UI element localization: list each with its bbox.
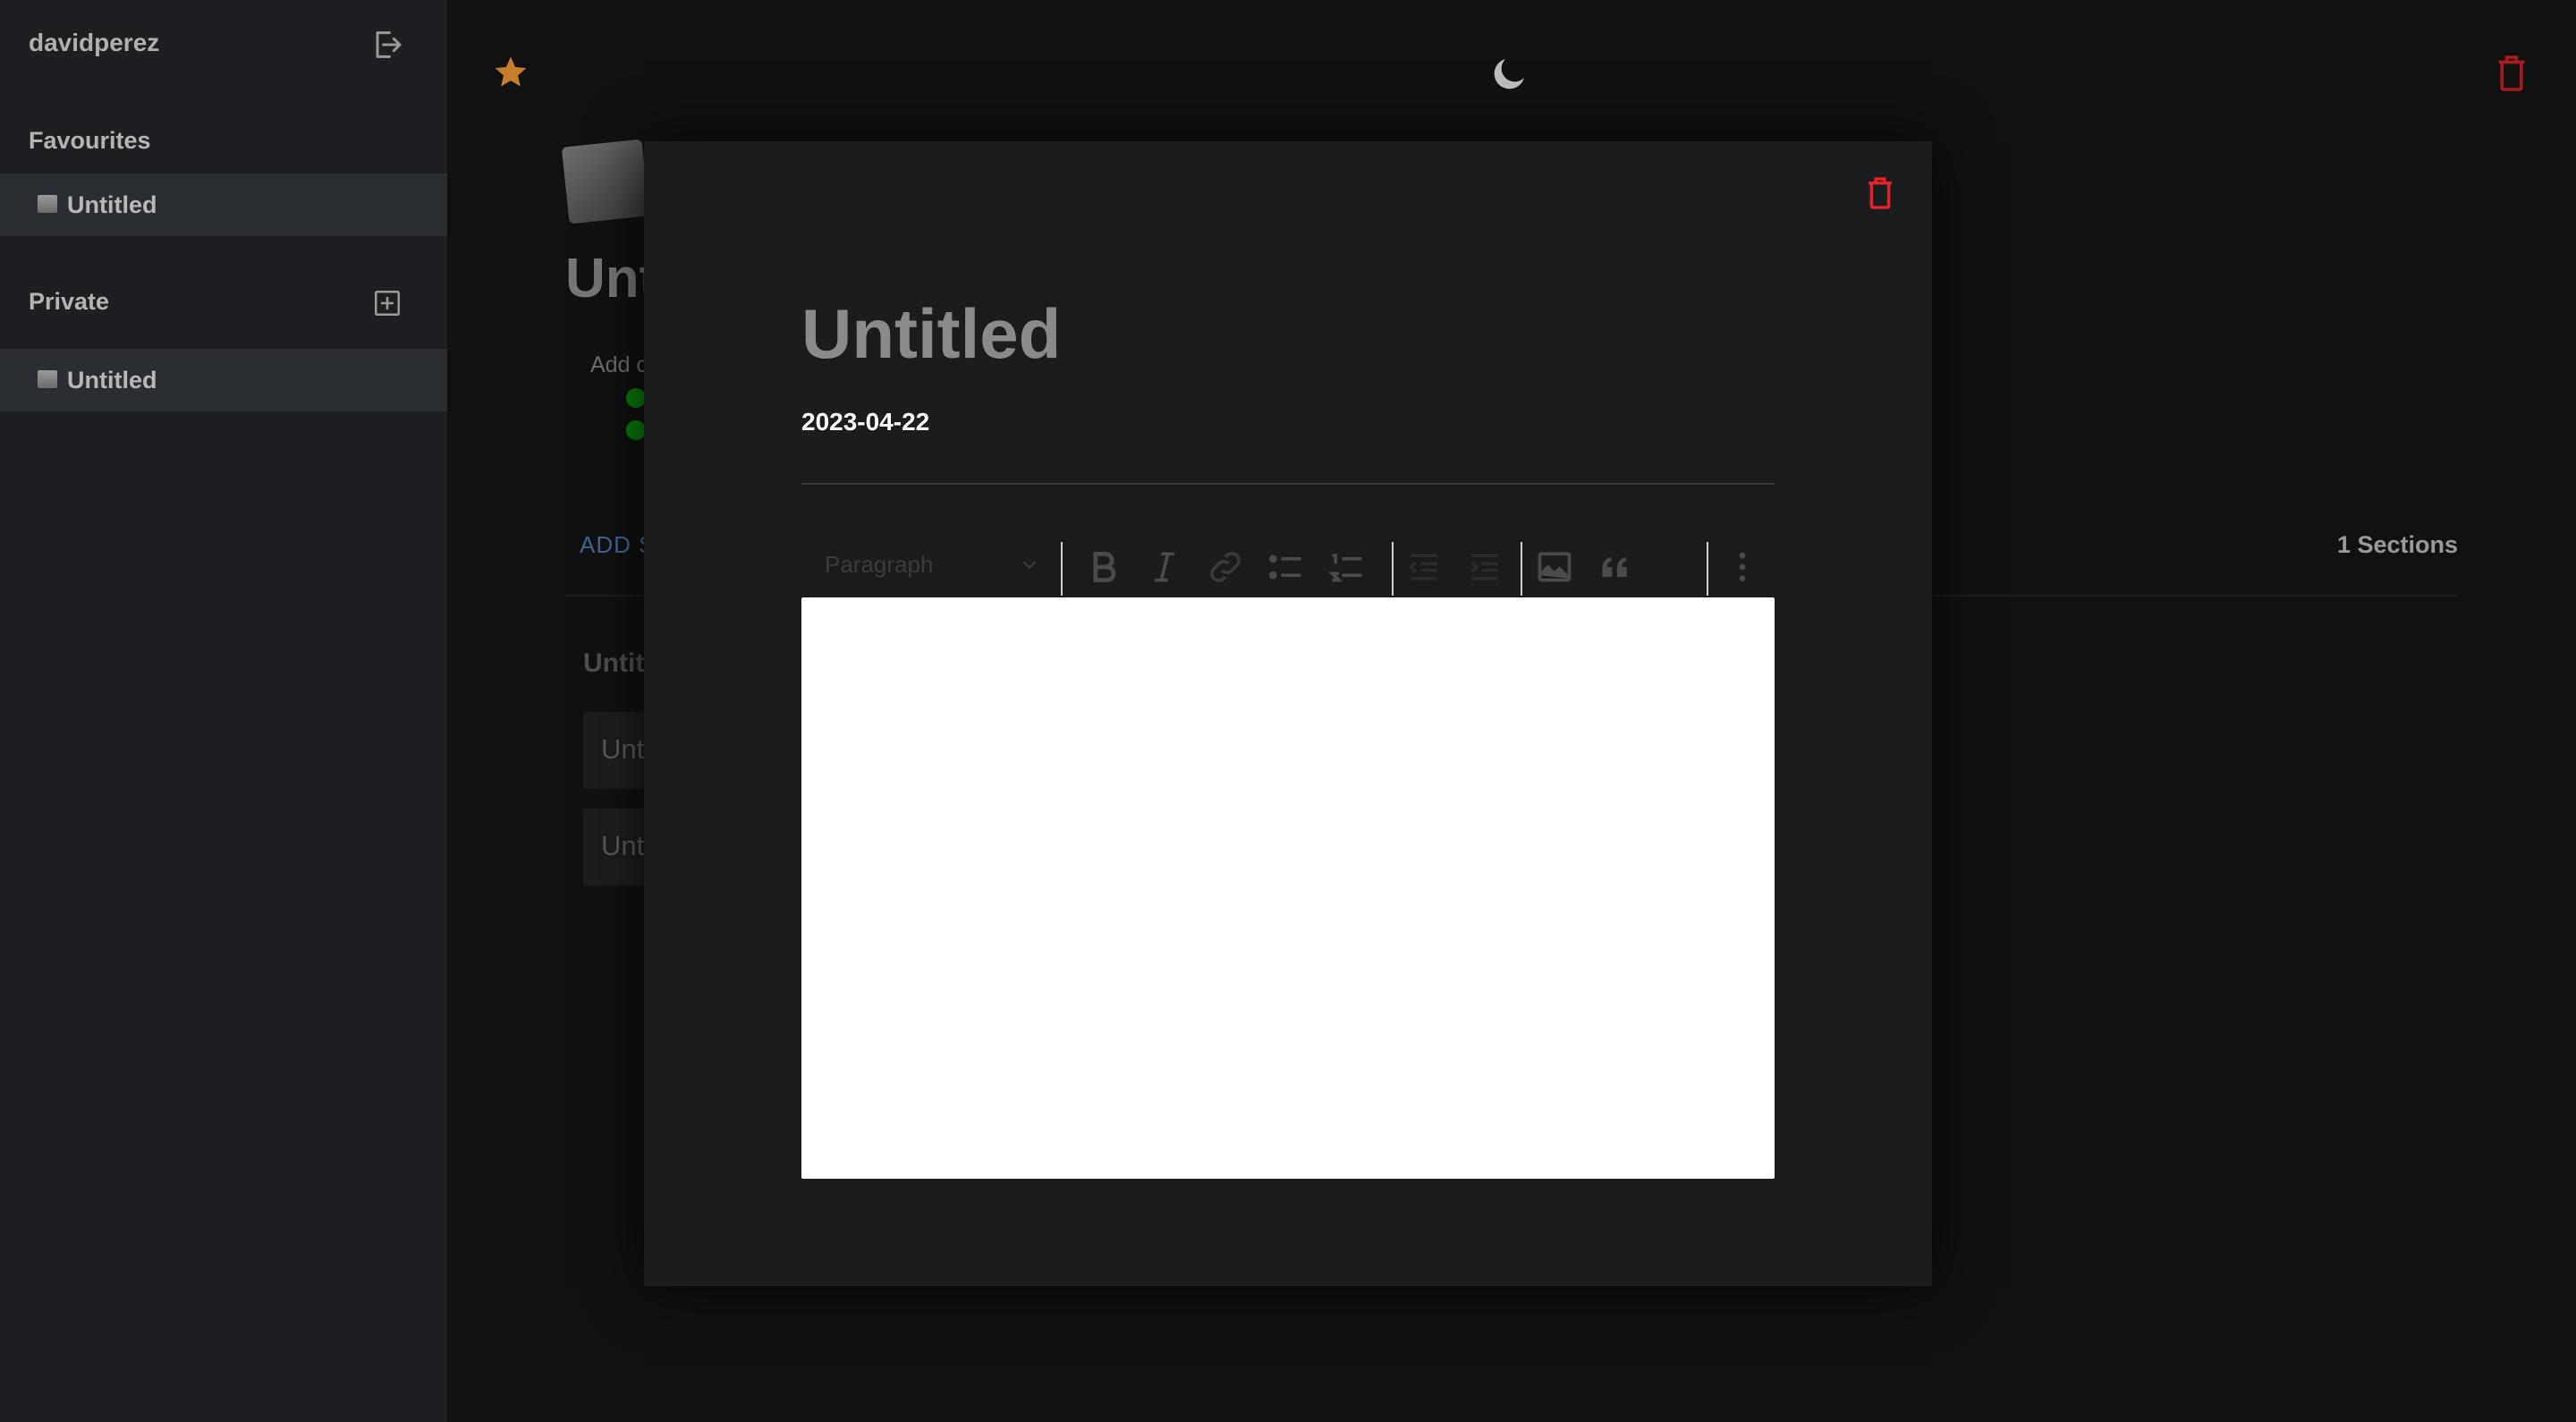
section-card-label: Unt: [601, 733, 645, 765]
editor-toolbar: Paragraph: [801, 535, 1775, 596]
logout-icon[interactable]: [369, 27, 404, 63]
toolbar-separator: [1707, 542, 1708, 596]
bullet-list-icon[interactable]: [1267, 547, 1306, 587]
section-card-label: Unt: [601, 830, 645, 861]
status-dot: [626, 420, 646, 440]
favourites-heading: Favourites: [29, 127, 151, 154]
image-icon[interactable]: [1535, 547, 1574, 587]
modal-title[interactable]: Untitled: [801, 293, 1061, 375]
more-vertical-icon[interactable]: [1723, 547, 1762, 587]
sidebar-item-label: Untitled: [67, 191, 157, 218]
page-editor-modal: Untitled 2023-04-22 Paragraph: [644, 141, 1932, 1286]
document-icon: [38, 195, 57, 213]
quote-icon[interactable]: [1596, 547, 1635, 587]
outdent-icon[interactable]: [1404, 547, 1444, 587]
section-heading[interactable]: Untit: [583, 648, 644, 679]
private-heading: Private: [29, 288, 110, 315]
status-dot: [626, 388, 646, 408]
sidebar-item-favourite-untitled[interactable]: Untitled: [0, 174, 447, 236]
divider: [801, 483, 1775, 485]
chevron-down-icon[interactable]: [1020, 554, 1039, 574]
toolbar-separator: [1061, 542, 1063, 596]
trash-icon[interactable]: [1866, 175, 1894, 211]
trash-icon[interactable]: [2496, 54, 2528, 93]
star-icon[interactable]: [492, 54, 530, 91]
sidebar-item-private-untitled[interactable]: Untitled: [0, 349, 447, 411]
toolbar-separator: [1521, 542, 1522, 596]
page-icon[interactable]: [561, 139, 650, 224]
numbered-list-icon[interactable]: [1327, 547, 1367, 587]
italic-icon[interactable]: [1145, 547, 1184, 587]
sections-count: 1 Sections: [2336, 531, 2458, 558]
block-type-select[interactable]: Paragraph: [825, 551, 933, 579]
bold-icon[interactable]: [1084, 547, 1123, 587]
moon-icon[interactable]: [1488, 52, 1531, 95]
sidebar-item-label: Untitled: [67, 367, 157, 394]
toolbar-separator: [1392, 542, 1394, 596]
add-cover-link[interactable]: Add c: [590, 352, 648, 378]
editor-content-area[interactable]: [801, 597, 1775, 1179]
username: davidperez: [29, 29, 160, 56]
app-root: davidperez Favourites Untitled Private U…: [0, 0, 2576, 1422]
indent-icon[interactable]: [1465, 547, 1504, 587]
add-page-icon[interactable]: [372, 288, 402, 318]
modal-date: 2023-04-22: [801, 408, 930, 436]
document-icon: [38, 370, 57, 388]
link-icon[interactable]: [1206, 547, 1245, 587]
sidebar: davidperez Favourites Untitled Private U…: [0, 0, 447, 1422]
